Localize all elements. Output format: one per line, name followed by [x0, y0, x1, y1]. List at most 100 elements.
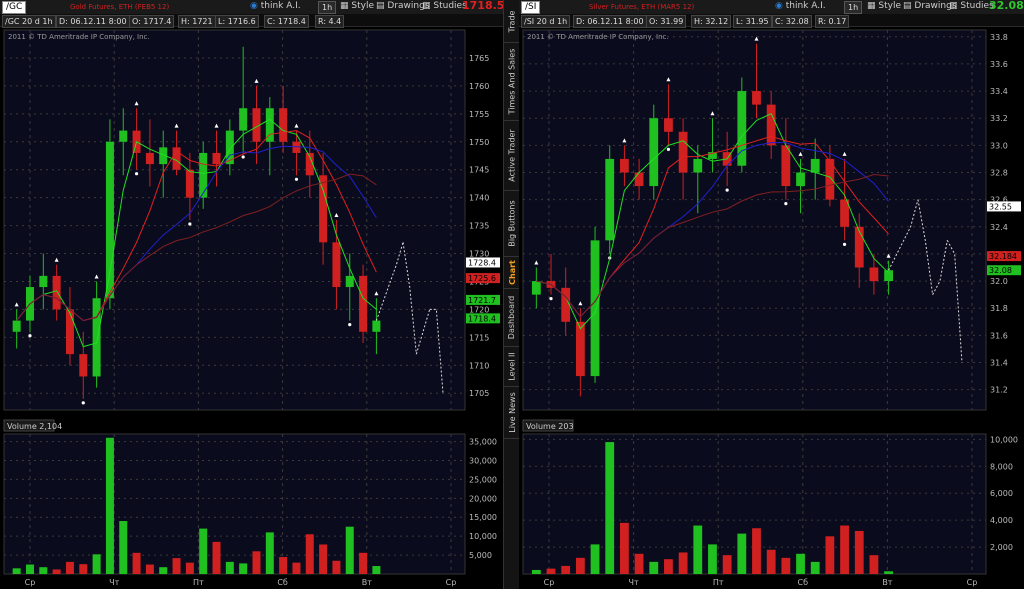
candle-body — [869, 267, 879, 282]
price-tick-label: 1720 — [469, 305, 489, 314]
time-tick-label: Ср — [544, 578, 555, 587]
interval-button[interactable]: 1h — [318, 1, 337, 14]
swing-low-marker — [134, 172, 139, 176]
candle-body — [345, 275, 354, 288]
candle-body — [590, 240, 600, 377]
copyright-text: 2011 © TD Ameritrade IP Company, Inc. — [527, 33, 669, 41]
volume-bar — [854, 530, 864, 574]
price-tick-label: 1740 — [469, 194, 489, 203]
volume-bar — [132, 552, 141, 574]
volume-bar — [225, 561, 234, 574]
side-tab-big-buttons[interactable]: Big Buttons — [504, 190, 520, 257]
side-tab-chart[interactable]: Chart — [504, 256, 520, 289]
candle-body — [752, 91, 761, 105]
volume-bar — [605, 442, 615, 574]
volume-bar — [25, 564, 34, 574]
candle-body — [372, 320, 381, 332]
think-ai-button[interactable]: ◉ think A.I. — [250, 1, 301, 12]
time-tick-label: Сб — [798, 578, 809, 587]
price-badge-label: 32.184 — [989, 252, 1017, 261]
volume-bar — [810, 561, 820, 574]
volume-bar — [561, 565, 571, 574]
volume-tick-label: 8,000 — [990, 462, 1013, 471]
side-tab-active-trader[interactable]: Active Trader — [504, 120, 520, 191]
price-badge-label: 32.08 — [989, 266, 1012, 275]
candle-body — [766, 104, 776, 146]
price-tick-label: 31.8 — [990, 304, 1008, 313]
volume-bar — [722, 555, 732, 574]
time-tick-label: Пт — [713, 578, 724, 587]
swing-low-marker — [294, 177, 299, 181]
volume-bar — [678, 552, 688, 574]
candle-body — [561, 287, 571, 322]
candle-body — [119, 130, 128, 142]
price-tick-label: 1750 — [469, 138, 489, 147]
side-tab-dashboard[interactable]: Dashboard — [504, 288, 520, 347]
symbol-input[interactable]: /SI — [521, 1, 541, 14]
volume-bar — [708, 544, 717, 574]
swing-low-marker — [28, 334, 32, 338]
style-menu[interactable]: ▦ Style — [867, 1, 901, 12]
candle-body — [693, 158, 703, 173]
volume-bar — [664, 559, 673, 574]
volume-bar — [359, 552, 368, 574]
side-tab-times-and-sales[interactable]: Times And Sales — [504, 42, 520, 121]
volume-bar — [319, 544, 328, 574]
interval-button[interactable]: 1h — [844, 1, 863, 14]
volume-bar — [766, 549, 776, 574]
swing-low-marker — [784, 202, 788, 206]
candle-body — [79, 354, 88, 377]
side-tab-label: Dashboard — [507, 295, 517, 339]
globe-icon: ◉ — [250, 1, 258, 11]
price-tick-label: 1715 — [469, 333, 489, 342]
studies-icon: ▥ — [422, 1, 431, 11]
volume-bar — [634, 553, 644, 574]
volume-bar — [252, 551, 261, 574]
candle-body — [65, 309, 74, 355]
think-ai-label: think A.I. — [785, 1, 826, 11]
style-menu[interactable]: ▦ Style — [340, 1, 374, 12]
side-tab-level-ii[interactable]: Level II — [504, 346, 520, 387]
volume-bar — [737, 533, 747, 574]
studies-menu[interactable]: ▥ Studies — [422, 1, 467, 12]
pencil-icon: ▤ — [376, 1, 385, 11]
candle-body — [664, 118, 673, 132]
volume-tick-label: 10,000 — [469, 532, 497, 541]
symbol-input[interactable]: /GC — [2, 1, 27, 14]
price-tick-label: 32.4 — [990, 223, 1008, 232]
volume-bar — [65, 561, 74, 574]
candle-body — [92, 298, 101, 377]
time-tick-label: Вт — [362, 578, 372, 587]
think-ai-button[interactable]: ◉ think A.I. — [775, 1, 826, 12]
candle-body — [605, 158, 615, 241]
volume-bar — [332, 560, 341, 574]
volume-bar — [840, 525, 849, 574]
time-tick-label: Сб — [277, 578, 288, 587]
volume-bar — [796, 553, 805, 574]
volume-bar — [649, 561, 659, 574]
volume-label: Volume 2,104 — [7, 422, 62, 431]
candle-body — [796, 172, 805, 187]
side-tab-live-news[interactable]: Live News — [504, 386, 520, 439]
volume-bar — [185, 562, 194, 574]
side-tab-label: Live News — [507, 391, 517, 433]
think-ai-label: think A.I. — [260, 1, 301, 11]
candle-body — [279, 108, 288, 142]
price-tick-label: 31.6 — [990, 331, 1008, 340]
time-tick-label: Чт — [109, 578, 119, 587]
candle-body — [620, 158, 629, 173]
volume-bar — [345, 526, 354, 574]
volume-bar — [869, 555, 879, 574]
volume-bar — [825, 536, 835, 574]
side-tab-trade[interactable]: Trade — [504, 0, 520, 43]
silver-chart-panel: /SI ◉ think A.I. 1h ▦ Style ▤ Drawings ▥… — [519, 0, 1024, 589]
volume-bar — [145, 564, 154, 574]
side-tab-label: Times And Sales — [507, 48, 517, 114]
volume-bar — [292, 562, 301, 574]
studies-menu[interactable]: ▥ Studies — [949, 1, 994, 12]
volume-bar — [531, 569, 541, 574]
silver-chart[interactable]: 31.231.431.631.832.032.232.432.632.833.0… — [519, 26, 1024, 589]
swing-low-marker — [348, 322, 352, 327]
swing-low-marker — [188, 222, 192, 226]
gold-chart[interactable]: 1705171017151720172517301735174017451750… — [0, 26, 503, 589]
